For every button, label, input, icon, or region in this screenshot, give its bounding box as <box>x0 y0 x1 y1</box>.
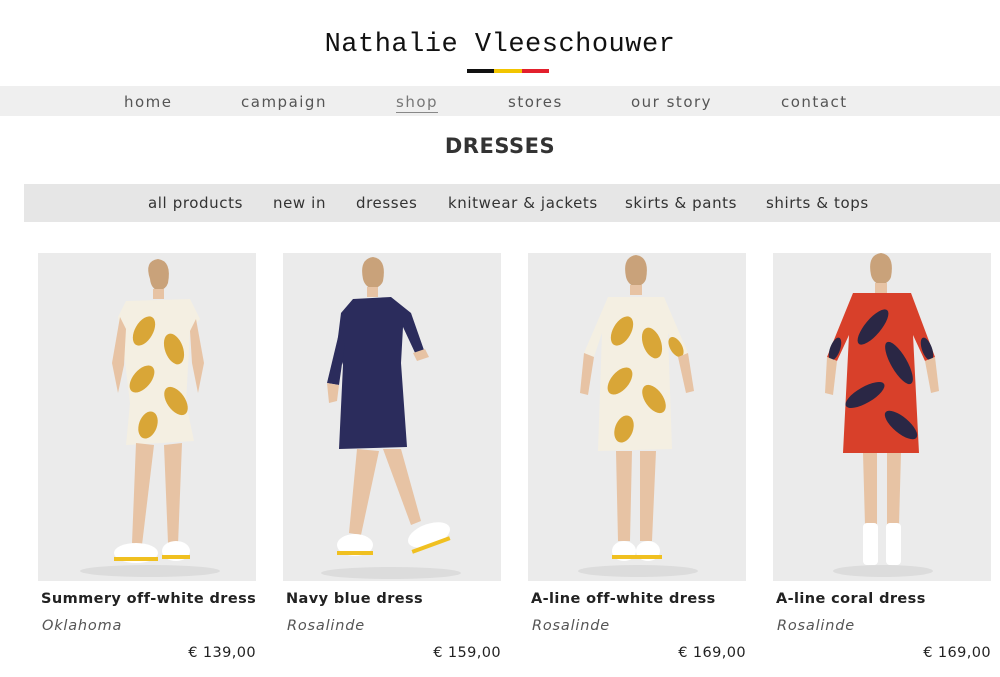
product-price: € 169,00 <box>923 645 991 661</box>
main-navigation: home campaign shop stores our story cont… <box>0 86 1000 116</box>
product-card[interactable]: A-line coral dress Rosalinde € 169,00 <box>773 253 991 661</box>
product-name[interactable]: Navy blue dress <box>286 591 501 607</box>
nav-contact[interactable]: contact <box>781 93 848 111</box>
product-brand: Rosalinde <box>777 618 855 634</box>
product-brand: Oklahoma <box>42 618 123 634</box>
product-photo[interactable] <box>283 253 501 581</box>
product-name[interactable]: A-line coral dress <box>776 591 991 607</box>
category-shirts-tops[interactable]: shirts & tops <box>766 194 869 212</box>
category-knitwear-jackets[interactable]: knitwear & jackets <box>448 194 598 212</box>
product-photo[interactable] <box>528 253 746 581</box>
brand-logo-text[interactable]: Nathalie Vleeschouwer <box>0 30 1000 60</box>
product-photo[interactable] <box>773 253 991 581</box>
flag-yellow-stripe <box>494 69 522 73</box>
category-all-products[interactable]: all products <box>148 194 243 212</box>
category-skirts-pants[interactable]: skirts & pants <box>625 194 737 212</box>
nav-campaign[interactable]: campaign <box>241 93 327 111</box>
page-title: DRESSES <box>444 134 556 158</box>
product-brand: Rosalinde <box>287 618 365 634</box>
nav-stores[interactable]: stores <box>508 93 563 111</box>
product-card[interactable]: Summery off-white dress Oklahoma € 139,0… <box>38 253 256 661</box>
category-new-in[interactable]: new in <box>273 194 326 212</box>
category-dresses[interactable]: dresses <box>356 194 417 212</box>
product-price: € 139,00 <box>188 645 256 661</box>
product-photo[interactable] <box>38 253 256 581</box>
flag-red-stripe <box>521 69 549 73</box>
product-card[interactable]: A-line off-white dress Rosalinde € 169,0… <box>528 253 746 661</box>
flag-black-stripe <box>467 69 495 73</box>
product-name[interactable]: A-line off-white dress <box>531 591 746 607</box>
product-price: € 159,00 <box>433 645 501 661</box>
product-brand: Rosalinde <box>532 618 610 634</box>
nav-our-story[interactable]: our story <box>631 93 712 111</box>
product-name[interactable]: Summery off-white dress <box>41 591 256 607</box>
nav-shop[interactable]: shop <box>396 93 439 113</box>
product-price: € 169,00 <box>678 645 746 661</box>
belgian-flag-stripe <box>467 69 549 73</box>
site-header: Nathalie Vleeschouwer <box>0 30 1000 60</box>
product-card[interactable]: Navy blue dress Rosalinde € 159,00 <box>283 253 501 661</box>
category-navigation: all products new in dresses knitwear & j… <box>24 184 1000 222</box>
nav-home[interactable]: home <box>124 93 173 111</box>
